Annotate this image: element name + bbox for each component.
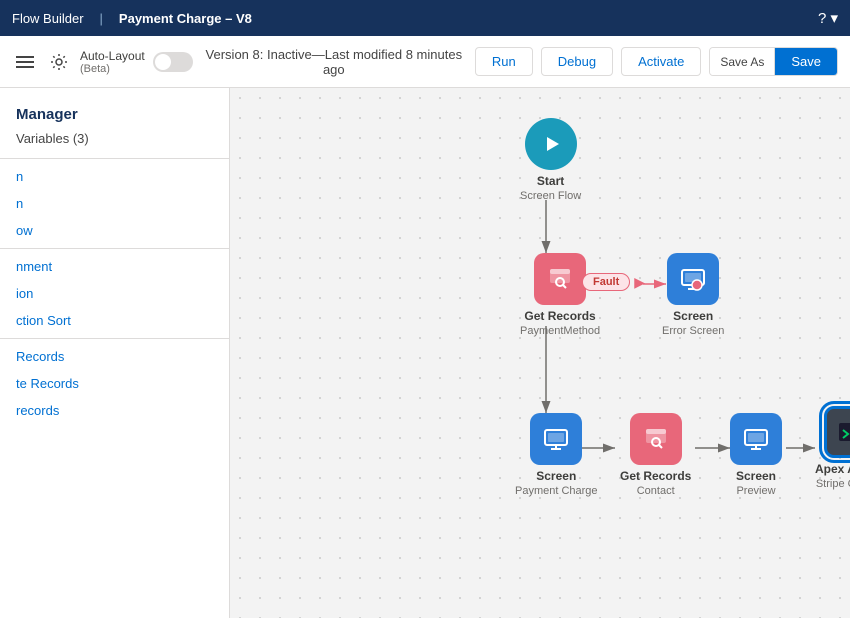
screen-payment-sublabel: Payment Charge — [515, 485, 598, 497]
save-button-group: Save As Save — [709, 47, 838, 76]
manager-icon-button[interactable] — [12, 49, 38, 75]
screen-error-label: Screen — [673, 309, 713, 325]
sidebar-item-action-sort[interactable]: ction Sort — [0, 307, 229, 334]
screen-preview-node[interactable]: Screen Preview — [730, 413, 782, 497]
canvas-inner: Start Screen Flow Get Records PaymentMet… — [230, 88, 850, 618]
canvas[interactable]: Start Screen Flow Get Records PaymentMet… — [230, 88, 850, 618]
get-records-contact-node[interactable]: Get Records Contact — [620, 413, 691, 497]
get-records-contact-label: Get Records — [620, 469, 691, 485]
screen-preview-sublabel: Preview — [736, 485, 775, 497]
start-label: Start — [537, 174, 564, 190]
get-records-contact-icon — [630, 413, 682, 465]
screen-payment-node[interactable]: Screen Payment Charge — [515, 413, 598, 497]
fault-badge: Fault — [582, 273, 630, 291]
sidebar: Manager Variables (3) n n ow nment ion c… — [0, 88, 230, 618]
sidebar-item-te-records[interactable]: te Records — [0, 370, 229, 397]
sidebar-item-records[interactable]: Records — [0, 343, 229, 370]
terminal-icon — [836, 418, 850, 446]
sidebar-item-ion[interactable]: ion — [0, 280, 229, 307]
screen-preview-icon — [730, 413, 782, 465]
get-records-payment-icon — [534, 253, 586, 305]
menu-icon — [16, 53, 34, 71]
save-button[interactable]: Save — [775, 48, 837, 75]
screen-error-node[interactable]: Screen Error Screen — [662, 253, 724, 337]
get-records-payment-sublabel: PaymentMethod — [520, 325, 600, 337]
sidebar-item-nment[interactable]: nment — [0, 253, 229, 280]
fault-wrap: Fault ▶ — [582, 273, 645, 291]
screen-error-icon — [667, 253, 719, 305]
screen-payment-icon — [530, 413, 582, 465]
nav-separator: | — [100, 11, 103, 26]
apex-stripe-node[interactable]: 🗑 Apex Action Stripe Charge — [815, 406, 850, 490]
sidebar-item-n1[interactable]: n — [0, 163, 229, 190]
gear-icon — [50, 53, 68, 71]
sidebar-manager-title: Manager — [0, 96, 229, 127]
get-records-contact-sublabel: Contact — [637, 485, 675, 497]
apex-stripe-sublabel: Stripe Charge — [816, 478, 850, 490]
auto-layout-label: Auto-Layout — [80, 49, 145, 63]
toolbar-actions: Run Debug Activate Save As Save — [475, 47, 838, 76]
activate-button[interactable]: Activate — [621, 47, 701, 76]
debug-button[interactable]: Debug — [541, 47, 613, 76]
settings-icon-button[interactable] — [46, 49, 72, 75]
database-search-icon — [546, 265, 574, 293]
screen-preview-label: Screen — [736, 469, 776, 485]
auto-layout-toggle-wrap: Auto-Layout (Beta) — [80, 49, 145, 75]
version-text: Version 8: Inactive—Last modified 8 minu… — [205, 47, 463, 77]
get-records-payment-node[interactable]: Get Records PaymentMethod — [520, 253, 600, 337]
sidebar-item-ow[interactable]: ow — [0, 217, 229, 244]
start-icon — [525, 118, 577, 170]
play-icon — [539, 132, 563, 156]
screen-payment-label: Screen — [536, 469, 576, 485]
screen-icon-payment — [542, 425, 570, 453]
start-sublabel: Screen Flow — [520, 190, 581, 202]
save-as-button[interactable]: Save As — [710, 48, 775, 75]
main-layout: Manager Variables (3) n n ow nment ion c… — [0, 88, 850, 618]
toolbar: Auto-Layout (Beta) Version 8: Inactive—L… — [0, 36, 850, 88]
apex-stripe-icon — [824, 406, 850, 458]
apex-stripe-label: Apex Action — [815, 462, 850, 478]
sidebar-divider-2 — [0, 248, 229, 249]
app-title: Flow Builder — [12, 11, 84, 26]
start-node[interactable]: Start Screen Flow — [520, 118, 581, 202]
sidebar-item-records2[interactable]: records — [0, 397, 229, 424]
auto-layout-toggle[interactable] — [153, 52, 193, 72]
toolbar-left: Auto-Layout (Beta) — [12, 49, 193, 75]
flow-name: Payment Charge – V8 — [119, 11, 252, 26]
screen-icon-error — [679, 265, 707, 293]
top-nav: Flow Builder | Payment Charge – V8 ? ▾ — [0, 0, 850, 36]
database-search-icon-2 — [642, 425, 670, 453]
sidebar-divider-1 — [0, 158, 229, 159]
auto-layout-sub: (Beta) — [80, 63, 145, 75]
get-records-payment-label: Get Records — [524, 309, 595, 325]
sidebar-item-n2[interactable]: n — [0, 190, 229, 217]
screen-icon-preview — [742, 425, 770, 453]
run-button[interactable]: Run — [475, 47, 533, 76]
sidebar-variables: Variables (3) — [0, 127, 229, 154]
screen-error-sublabel: Error Screen — [662, 325, 724, 337]
help-button[interactable]: ? ▾ — [818, 9, 838, 27]
fault-arrow-icon: ▶ — [634, 274, 645, 291]
sidebar-divider-3 — [0, 338, 229, 339]
